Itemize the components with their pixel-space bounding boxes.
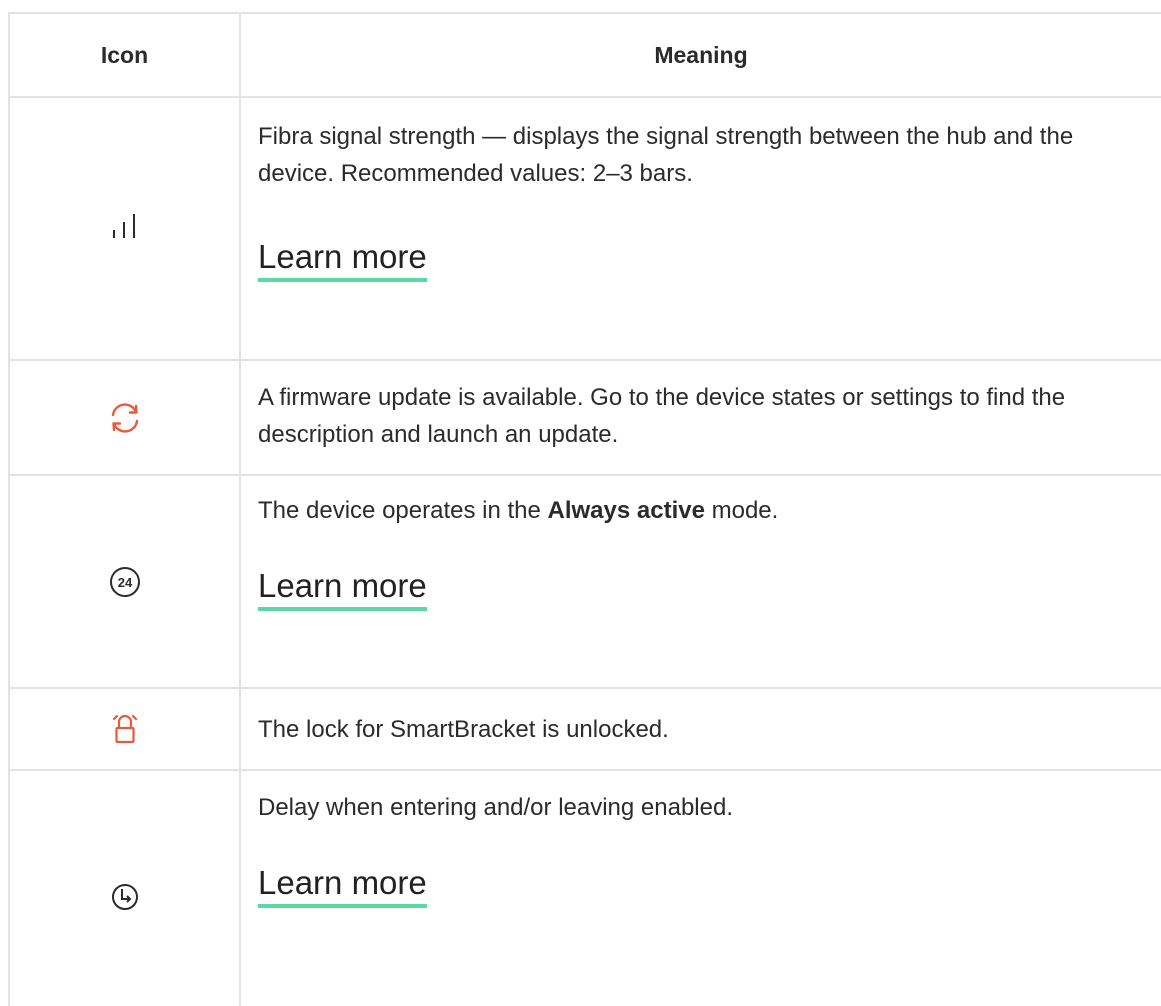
meaning-cell: The lock for SmartBracket is unlocked. [241, 689, 1161, 769]
meaning-cell: Delay when entering and/or leaving enabl… [241, 771, 1161, 1006]
row-description-end: mode. [704, 497, 779, 524]
firmware-update-icon [10, 361, 241, 474]
row-description: Fibra signal strength — displays the sig… [258, 123, 1074, 187]
meaning-cell: A firmware update is available. Go to th… [241, 361, 1161, 474]
row-description: The device operates in the Always active… [258, 492, 1145, 529]
table-row: 24 The device operates in the Always act… [10, 476, 1161, 689]
always-active-mode-label: Always active [547, 497, 705, 524]
unlocked-lock-icon [10, 689, 241, 769]
table-row: A firmware update is available. Go to th… [10, 361, 1161, 476]
learn-more-link[interactable]: Learn more [258, 238, 427, 282]
row-description-start: The device operates in the [258, 497, 548, 524]
always-active-24-icon: 24 [10, 476, 241, 687]
column-header-icon: Icon [10, 14, 241, 96]
table-row: Fibra signal strength — displays the sig… [10, 98, 1161, 361]
row-description: The lock for SmartBracket is unlocked. [258, 716, 669, 743]
row-description: Delay when entering and/or leaving enabl… [258, 794, 733, 821]
meaning-cell: The device operates in the Always active… [241, 476, 1161, 687]
delay-clock-icon [10, 771, 241, 1006]
row-description: A firmware update is available. Go to th… [258, 384, 1066, 448]
always-active-24-label: 24 [117, 575, 132, 590]
meaning-cell: Fibra signal strength — displays the sig… [241, 98, 1161, 359]
table-header-row: Icon Meaning [10, 14, 1161, 98]
column-header-meaning: Meaning [654, 41, 748, 68]
table-row: The lock for SmartBracket is unlocked. [10, 689, 1161, 771]
learn-more-link[interactable]: Learn more [258, 864, 427, 908]
table-row: Delay when entering and/or leaving enabl… [10, 771, 1161, 1006]
signal-strength-icon [10, 98, 241, 359]
icon-meaning-table: Icon Meaning Fibra signal strength — dis… [8, 12, 1161, 1006]
learn-more-link[interactable]: Learn more [258, 567, 427, 611]
